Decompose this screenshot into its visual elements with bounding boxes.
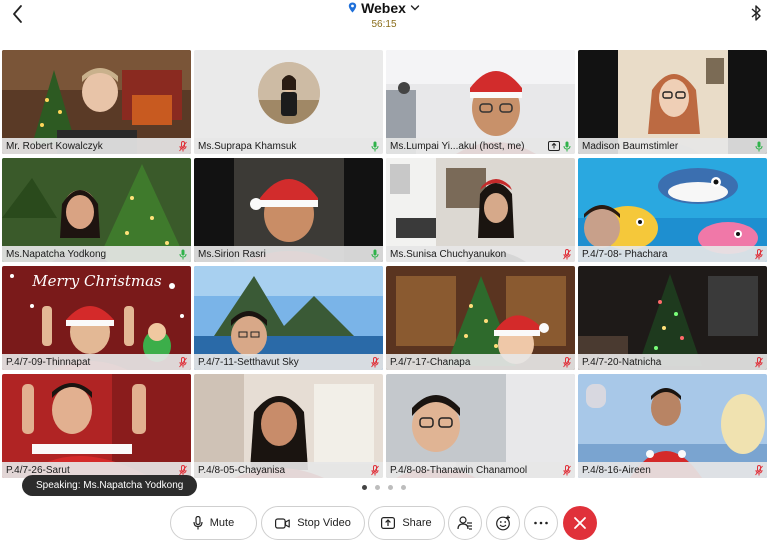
page-indicator[interactable]	[362, 485, 406, 490]
share-button[interactable]: Share	[368, 506, 445, 540]
participant-label: P.4/7-09-Thinnapat	[2, 354, 191, 370]
participant-tile[interactable]: Ms.Suprapa Khamsuk	[194, 50, 383, 154]
participant-label: Ms.Suprapa Khamsuk	[194, 138, 383, 154]
participant-label: P.4/8-08-Thanawin Chanamool	[386, 462, 575, 478]
participant-name: P.4/8-08-Thanawin Chanamool	[390, 464, 528, 476]
participant-label: P.4/8-05-Chayanisa	[194, 462, 383, 478]
participant-name: P.4/7-20-Natnicha	[582, 356, 662, 368]
participant-name: P.4/7-17-Chanapa	[390, 356, 471, 368]
participant-label: P.4/7-17-Chanapa	[386, 354, 575, 370]
meeting-title-dropdown[interactable]: Webex	[348, 0, 420, 16]
location-pin-icon	[348, 2, 357, 13]
participant-label: P.4/7-11-Setthavut Sky	[194, 354, 383, 370]
stop-video-button[interactable]: Stop Video	[261, 506, 365, 540]
participant-tile[interactable]: Ms.Sunisa Chuchyanukon	[386, 158, 575, 262]
mic-muted-icon	[755, 464, 763, 475]
participant-label: P.4/8-16-Aireen	[578, 462, 767, 478]
participant-name: P.4/8-16-Aireen	[582, 464, 651, 476]
mute-button[interactable]: Mute	[170, 506, 257, 540]
reactions-button[interactable]	[486, 506, 520, 540]
share-label: Share	[402, 517, 432, 529]
christmas-overlay-text: Merry Christmas	[31, 272, 162, 290]
close-icon	[574, 517, 586, 529]
page-dot[interactable]	[401, 485, 406, 490]
video-grid: Mr. Robert Kowalczyk Ms.Suprapa Khamsuk	[2, 50, 768, 480]
participant-tile[interactable]: Mr. Robert Kowalczyk	[2, 50, 191, 154]
mic-muted-icon	[179, 464, 187, 475]
mic-on-icon	[371, 141, 379, 151]
page-dot[interactable]	[388, 485, 393, 490]
sharing-icon	[548, 141, 560, 151]
avatar	[258, 62, 320, 124]
participant-label: Madison Baumstimler	[578, 138, 767, 154]
top-bar: Webex 56:15	[0, 0, 768, 46]
mic-muted-icon	[371, 464, 379, 475]
share-screen-icon	[381, 517, 396, 529]
participant-tile[interactable]: P.4/7-17-Chanapa	[386, 266, 575, 370]
participant-label: Ms.Sirion Rasri	[194, 246, 383, 262]
mic-muted-icon	[755, 248, 763, 259]
participant-tile[interactable]: P.4/7-20-Natnicha	[578, 266, 767, 370]
mic-on-icon	[563, 141, 571, 151]
participant-label: Ms.Napatcha Yodkong	[2, 246, 191, 262]
participant-label: Mr. Robert Kowalczyk	[2, 138, 191, 154]
participant-name: Ms.Sirion Rasri	[198, 248, 266, 260]
participant-tile[interactable]: Ms.Sirion Rasri	[194, 158, 383, 262]
video-camera-icon	[275, 517, 290, 529]
more-options-button[interactable]	[524, 506, 558, 540]
participant-label: P.4/7-20-Natnicha	[578, 354, 767, 370]
meeting-timer: 56:15	[371, 19, 397, 30]
mic-muted-icon	[179, 140, 187, 151]
chevron-down-icon	[410, 4, 420, 10]
participant-tile[interactable]: P.4/8-16-Aireen	[578, 374, 767, 478]
mic-muted-icon	[371, 356, 379, 367]
participant-tile[interactable]: Madison Baumstimler	[578, 50, 767, 154]
mic-on-icon	[179, 249, 187, 259]
participants-icon	[457, 516, 472, 530]
participants-button[interactable]	[448, 506, 482, 540]
mic-on-icon	[371, 249, 379, 259]
participant-label: Ms.Sunisa Chuchyanukon	[386, 246, 575, 262]
participant-name: Ms.Lumpai Yi...akul (host, me)	[390, 140, 525, 152]
participant-tile[interactable]: P.4/7-26-Sarut	[2, 374, 191, 478]
active-speaker-toast: Speaking: Ms.Napatcha Yodkong	[22, 475, 198, 496]
more-icon	[534, 521, 548, 525]
participant-name: P.4/7-11-Setthavut Sky	[198, 356, 299, 368]
participant-name: P.4/8-05-Chayanisa	[198, 464, 286, 476]
participant-label: P.4/7-08- Phachara	[578, 246, 767, 262]
participant-name: P.4/7-09-Thinnapat	[6, 356, 91, 368]
participant-name: Madison Baumstimler	[582, 140, 679, 152]
participant-name: Ms.Suprapa Khamsuk	[198, 140, 297, 152]
mic-muted-icon	[563, 248, 571, 259]
participant-tile[interactable]: P.4/8-05-Chayanisa	[194, 374, 383, 478]
stop-video-label: Stop Video	[297, 517, 351, 529]
participant-tile[interactable]: Ms.Lumpai Yi...akul (host, me)	[386, 50, 575, 154]
participant-tile[interactable]: P.4/8-08-Thanawin Chanamool	[386, 374, 575, 478]
mic-muted-icon	[755, 356, 763, 367]
participant-name: Ms.Sunisa Chuchyanukon	[390, 248, 507, 260]
participant-name: Ms.Napatcha Yodkong	[6, 248, 107, 260]
microphone-icon	[193, 516, 203, 530]
participant-tile[interactable]: Merry Christmas P.4/7-09-Thinnapat	[2, 266, 191, 370]
participant-tile[interactable]: P.4/7-08- Phachara	[578, 158, 767, 262]
mute-label: Mute	[209, 517, 235, 529]
participant-name: P.4/7-26-Sarut	[6, 464, 70, 476]
participant-tile-active-speaker[interactable]: Ms.Napatcha Yodkong	[2, 158, 191, 262]
participant-name: P.4/7-08- Phachara	[582, 248, 668, 260]
emoji-reaction-icon	[496, 515, 510, 531]
participant-label: Ms.Lumpai Yi...akul (host, me)	[386, 138, 575, 154]
mic-on-icon	[755, 141, 763, 151]
participant-name: Mr. Robert Kowalczyk	[6, 140, 103, 152]
mic-muted-icon	[179, 356, 187, 367]
mic-muted-icon	[563, 464, 571, 475]
page-dot-active[interactable]	[362, 485, 367, 490]
page-dot[interactable]	[375, 485, 380, 490]
call-controls: Mute Stop Video Share	[0, 506, 768, 540]
app-title: Webex	[361, 0, 406, 16]
bluetooth-icon[interactable]	[750, 4, 762, 22]
leave-meeting-button[interactable]	[563, 506, 597, 540]
participant-tile[interactable]: P.4/7-11-Setthavut Sky	[194, 266, 383, 370]
mic-muted-icon	[563, 356, 571, 367]
